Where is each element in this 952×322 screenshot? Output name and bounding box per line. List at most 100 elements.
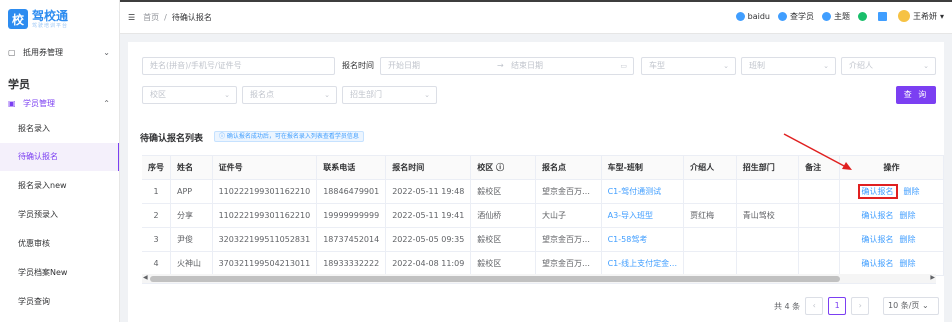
- ticket-icon: ▢: [8, 48, 16, 57]
- confirm-button[interactable]: 确认报名: [862, 259, 894, 268]
- th-referrer: 介绍人: [683, 155, 737, 180]
- cell-car-class: C1-驾付通测试: [601, 179, 685, 204]
- list-title: 待确认报名列表: [140, 134, 204, 144]
- student-icon: ▣: [8, 99, 16, 108]
- sidebar-item-student-query[interactable]: 学员查询: [0, 288, 119, 316]
- cell-id: 110222199301162210: [212, 203, 318, 228]
- screen-button[interactable]: [877, 11, 890, 21]
- sidebar-item-discount-review[interactable]: 优惠审核: [0, 230, 119, 258]
- scrollbar-thumb[interactable]: [150, 276, 840, 282]
- sidebar-item-pre-entry[interactable]: 学员预录入: [0, 201, 119, 229]
- car-type-select[interactable]: 车型 ⌄: [641, 57, 736, 75]
- cell-point: 望京金百万…: [535, 227, 602, 252]
- chevron-up-icon: ⌃: [103, 99, 110, 108]
- calendar-icon: ▭: [620, 62, 627, 70]
- end-date-input[interactable]: 结束日期: [511, 58, 543, 74]
- scroll-left-icon[interactable]: ◀: [143, 274, 148, 281]
- cell-index: 3: [142, 227, 171, 252]
- menu-coupon[interactable]: ▢ 抵用券管理 ⌄: [0, 47, 119, 58]
- sidebar: 校 驾校通 驾驶培训平台 ▢ 抵用券管理 ⌄ 学员 ▣ 学员管理 ⌃ 报名录入 …: [0, 0, 120, 322]
- delete-button[interactable]: 删除: [900, 235, 916, 244]
- cell-id: 370321199504213011: [212, 251, 318, 276]
- pending-table: 序号 姓名 证件号 联系电话 报名时间 校区 ⓘ 报名点 车型-班制 介绍人 招…: [142, 155, 944, 276]
- sidebar-item-signup-entry[interactable]: 报名录入: [0, 115, 119, 143]
- chevron-down-icon: ⌄: [723, 62, 729, 70]
- horizontal-scrollbar[interactable]: ◀ ▶: [142, 274, 936, 284]
- logo: 校 驾校通 驾驶培训平台: [8, 9, 68, 29]
- chevron-down-icon: ⌄: [103, 48, 110, 57]
- class-type-label: 班制: [749, 61, 765, 70]
- header-actions: baidu 查学员 主题 王希妍 ▾: [728, 10, 944, 22]
- cell-id: 110222199301162210: [212, 179, 318, 204]
- user-name: 王希妍: [912, 11, 937, 21]
- confirm-button[interactable]: 确认报名: [857, 184, 898, 199]
- cell-note: [798, 179, 841, 204]
- point-select[interactable]: 报名点 ⌄: [242, 86, 337, 104]
- table-body: 1 APP 110222199301162210 18846479901 2022-05…: [142, 179, 944, 276]
- baidu-link[interactable]: baidu: [735, 11, 770, 21]
- breadcrumb-home[interactable]: 首页: [143, 12, 159, 23]
- theme-label: 主题: [833, 11, 850, 21]
- cell-name: 尹俊: [170, 227, 213, 252]
- sidebar-item-pending-confirm[interactable]: 待确认报名: [0, 143, 119, 171]
- pager-prev-button[interactable]: ‹: [805, 297, 824, 315]
- table-row: 2 分享 110222199301162210 19999999999 2022-05-…: [142, 203, 944, 228]
- section-title: 学员: [8, 78, 30, 91]
- dept-select[interactable]: 招生部门 ⌄: [342, 86, 437, 104]
- delete-button[interactable]: 删除: [900, 211, 916, 220]
- cell-actions: 确认报名 删除: [839, 203, 944, 228]
- theme-link[interactable]: 主题: [821, 11, 850, 22]
- search-student-label: 查学员: [789, 11, 814, 21]
- query-button[interactable]: 查 询: [896, 86, 936, 104]
- scroll-right-icon[interactable]: ▶: [930, 274, 935, 281]
- cell-note: [798, 203, 841, 228]
- menu-fold-icon[interactable]: ☰: [128, 13, 135, 22]
- page-size: 10 条/页 ⌄: [878, 296, 939, 316]
- th-car-class: 车型-班制: [601, 155, 685, 180]
- page-size-select[interactable]: 10 条/页 ⌄: [883, 297, 939, 315]
- sidebar-item-signup-entry-new[interactable]: 报名录入new: [0, 172, 119, 200]
- refresh-button[interactable]: [857, 11, 870, 21]
- breadcrumb-current: 待确认报名: [171, 13, 212, 22]
- date-range-picker[interactable]: 开始日期 → 结束日期 ▭: [380, 57, 634, 75]
- delete-button[interactable]: 删除: [904, 187, 920, 196]
- user-menu[interactable]: 王希妍 ▾: [897, 10, 944, 22]
- sidebar-item-archive-new[interactable]: 学员档案New: [0, 259, 119, 287]
- campus-select[interactable]: 校区 ⌄: [142, 86, 237, 104]
- table-row: 3 尹俊 320322199511052831 18737452014 2022-05-…: [142, 227, 944, 252]
- name-search-input[interactable]: 姓名(拼音)/手机号/证件号: [142, 57, 335, 75]
- cell-dept: 青山驾校: [736, 203, 800, 228]
- menu-student-mgmt[interactable]: ▣ 学员管理 ⌃: [0, 98, 119, 109]
- chevron-down-icon: ⌄: [224, 91, 230, 99]
- cell-referrer: 贾红梅: [683, 203, 737, 228]
- campus-label: 校区: [150, 90, 166, 99]
- cell-time: 2022-05-11 19:48: [385, 179, 472, 204]
- table-header-row: 序号 姓名 证件号 联系电话 报名时间 校区 ⓘ 报名点 车型-班制 介绍人 招…: [142, 155, 944, 180]
- start-date-input[interactable]: 开始日期: [388, 61, 420, 70]
- cell-dept: [736, 251, 800, 276]
- list-tip: ⓘ 确认报名成功后，可在报名录入列表查看学员信息: [214, 131, 364, 142]
- cell-phone: 18737452014: [316, 227, 387, 252]
- th-campus: 校区 ⓘ: [470, 155, 537, 180]
- class-type-select[interactable]: 班制 ⌄: [741, 57, 836, 75]
- pager-next-button[interactable]: ›: [851, 297, 870, 315]
- refresh-icon: [857, 11, 867, 21]
- theme-icon: [821, 11, 831, 21]
- table-row: 1 APP 110222199301162210 18846479901 2022-05…: [142, 179, 944, 204]
- confirm-button[interactable]: 确认报名: [862, 211, 894, 220]
- cell-index: 2: [142, 203, 171, 228]
- pager-page-1[interactable]: 1: [828, 297, 847, 315]
- th-point: 报名点: [535, 155, 602, 180]
- th-id: 证件号: [212, 155, 318, 180]
- dept-label: 招生部门: [350, 90, 382, 99]
- cell-dept: [736, 179, 800, 204]
- search-student-link[interactable]: 查学员: [777, 11, 814, 22]
- logo-badge: 校: [8, 9, 28, 29]
- delete-button[interactable]: 删除: [900, 259, 916, 268]
- cell-car-class: C1-线上支付定金…: [601, 251, 685, 276]
- logo-name: 驾校通: [32, 8, 69, 23]
- referrer-select[interactable]: 介绍人 ⌄: [841, 57, 936, 75]
- chevron-down-icon: ⌄: [823, 62, 829, 70]
- chevron-down-icon: ⌄: [923, 62, 929, 70]
- confirm-button[interactable]: 确认报名: [862, 235, 894, 244]
